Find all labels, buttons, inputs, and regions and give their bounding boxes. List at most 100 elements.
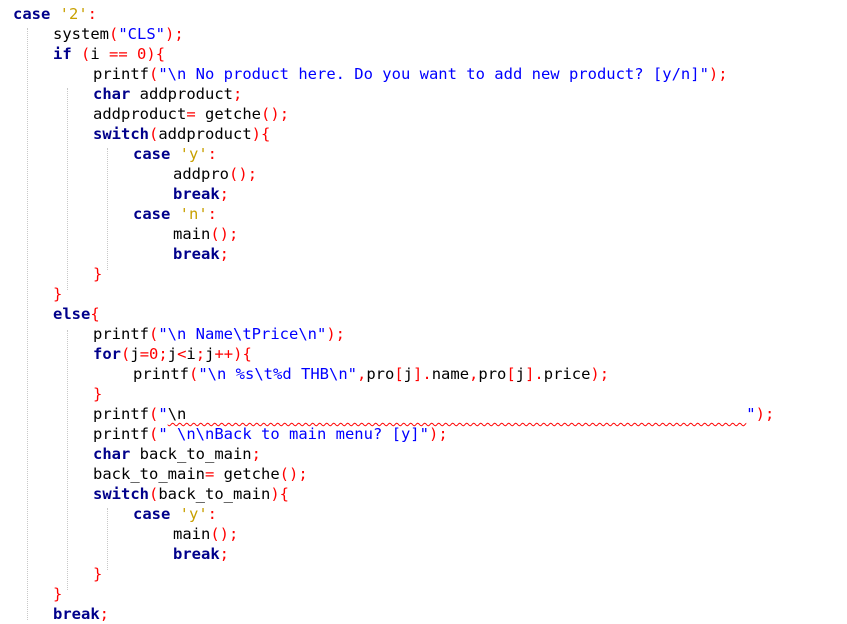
code-token: getche (195, 105, 261, 123)
code-line[interactable]: main(); (173, 224, 238, 244)
code-token: printf (93, 425, 149, 443)
code-line[interactable]: break; (173, 244, 229, 264)
code-token: ] (525, 365, 535, 383)
code-line[interactable]: case '2': (13, 4, 97, 24)
code-token: ; (219, 545, 230, 563)
code-token: [ (394, 365, 404, 383)
code-token: { (242, 345, 252, 363)
code-token: ( (261, 105, 271, 123)
code-token: \n (167, 405, 747, 423)
code-token: ) (146, 45, 156, 63)
code-token: 0 (137, 45, 147, 63)
code-token: back_to_main (130, 445, 252, 463)
code-token: ( (189, 365, 199, 383)
code-line[interactable]: } (93, 264, 102, 284)
code-line[interactable]: case 'n': (133, 204, 217, 224)
code-line[interactable]: printf("\n No product here. Do you want … (93, 64, 728, 84)
code-line[interactable]: printf("\n Name\tPrice\n"); (93, 324, 345, 344)
code-token: ) (708, 65, 719, 83)
code-token: ; (298, 465, 308, 483)
code-token: "\n %s\t%d THB\n" (198, 365, 357, 383)
code-token: . (422, 365, 432, 383)
code-token: ) (270, 485, 280, 503)
code-token: = (139, 345, 150, 363)
code-token: ; (764, 405, 775, 423)
code-token: printf (133, 365, 189, 383)
code-token: , (469, 365, 479, 383)
code-token: "CLS" (118, 25, 166, 43)
code-token: = (204, 465, 215, 483)
code-editor[interactable]: case '2': system("CLS"); if (i == 0){print… (0, 0, 847, 623)
code-token: } (53, 285, 63, 303)
code-token: for (93, 345, 121, 363)
code-line[interactable]: } (93, 384, 102, 404)
code-token: printf (93, 325, 149, 343)
code-line[interactable]: case 'y': (133, 504, 217, 524)
code-token: ] (413, 365, 423, 383)
code-line[interactable]: for(j=0;j<i;j++){ (93, 344, 252, 364)
code-line[interactable]: main(); (173, 524, 238, 544)
code-token: char (93, 85, 131, 103)
code-line[interactable]: addpro(); (173, 164, 257, 184)
code-line[interactable]: switch(back_to_main){ (93, 484, 289, 504)
code-line[interactable]: switch(addproduct){ (93, 124, 270, 144)
code-token: ; (195, 345, 206, 363)
code-token: ( (149, 485, 159, 503)
code-token: break (173, 185, 220, 203)
code-token: < (177, 345, 187, 363)
code-token: switch (93, 125, 149, 143)
code-token: { (279, 485, 290, 503)
code-token: ; (279, 105, 290, 123)
code-token: ; (229, 525, 239, 543)
code-token: 'y' (179, 505, 208, 523)
code-token: : (207, 205, 218, 223)
code-line[interactable]: addproduct= getche(); (93, 104, 289, 124)
code-line[interactable]: printf("\n "); (93, 404, 774, 424)
code-line[interactable]: char back_to_main; (93, 444, 261, 464)
code-line[interactable]: char addproduct; (93, 84, 242, 104)
code-token: ) (590, 365, 600, 383)
code-token: ; (247, 165, 258, 183)
code-token: j (515, 365, 526, 383)
code-token: ; (232, 85, 243, 103)
code-token: addproduct (158, 125, 252, 143)
code-token: addpro (173, 165, 229, 183)
code-token: break (173, 245, 220, 263)
code-token: j (130, 345, 140, 363)
code-token: . (534, 365, 544, 383)
code-line[interactable]: if (i == 0){ (53, 44, 165, 64)
code-token: char (93, 445, 131, 463)
code-line[interactable]: break; (173, 544, 229, 564)
code-line[interactable]: break; (173, 184, 229, 204)
code-token: ) (251, 125, 262, 143)
code-token: " (746, 405, 756, 423)
code-token: ++ (214, 345, 234, 363)
code-token: ; (219, 245, 230, 263)
code-line[interactable]: case 'y': (133, 144, 217, 164)
code-line[interactable]: break; (53, 604, 109, 624)
code-token: 'y' (179, 145, 208, 163)
code-line[interactable]: } (53, 284, 62, 304)
code-token: system (53, 25, 109, 43)
code-token: ) (755, 405, 765, 423)
code-token: getche (214, 465, 280, 483)
code-token: pro (478, 365, 507, 383)
code-token: } (93, 265, 103, 283)
code-line[interactable]: } (53, 584, 62, 604)
code-token: ; (335, 325, 346, 343)
code-line[interactable]: printf(" \n\nBack to main menu? [y]"); (93, 424, 448, 444)
code-token: 0 (149, 345, 159, 363)
code-line[interactable]: else{ (53, 304, 100, 324)
code-line[interactable]: printf("\n %s\t%d THB\n",pro[j].name,pro… (133, 364, 609, 384)
code-line[interactable]: system("CLS"); (53, 24, 184, 44)
code-token: main (173, 225, 211, 243)
indent-guide (67, 88, 68, 290)
code-token: ( (109, 25, 119, 43)
code-token: ; (229, 225, 239, 243)
indent-guide (107, 508, 108, 570)
code-line[interactable]: } (93, 564, 102, 584)
code-token: i (90, 45, 110, 63)
code-line[interactable]: back_to_main= getche(); (93, 464, 308, 484)
